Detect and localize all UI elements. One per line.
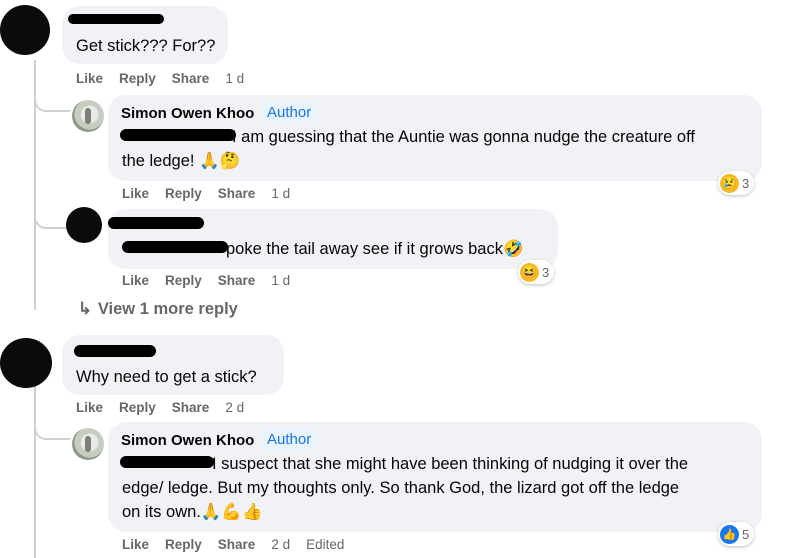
comment-bubble: Simon Owen Khoo Author I suspect that sh… xyxy=(108,422,762,532)
reaction-count-value: 3 xyxy=(542,264,550,280)
reply-button[interactable]: Reply xyxy=(119,71,156,86)
comment-text-line: the ledge! 🙏🤔 xyxy=(122,152,241,170)
reply-button[interactable]: Reply xyxy=(165,186,202,201)
timestamp[interactable]: 1 d xyxy=(225,71,244,86)
comment-text-line: I suspect that she might have been think… xyxy=(212,455,689,473)
reaction-count-value: 5 xyxy=(742,526,750,542)
reaction-count[interactable]: 👍 5 xyxy=(718,522,755,546)
comment-actions: Like Reply Share 1 d xyxy=(122,186,306,201)
avatar-redacted[interactable] xyxy=(0,338,52,388)
comment-text: Get stick??? For?? xyxy=(76,37,216,55)
view-more-replies-link[interactable]: ↳ View 1 more reply xyxy=(78,299,238,319)
sad-icon: 😢 xyxy=(720,173,739,193)
thread-connector xyxy=(34,207,70,229)
comment-actions: Like Reply Share 2 d Edited xyxy=(122,537,360,552)
thread-connector xyxy=(34,418,70,440)
reaction-count[interactable]: 😢 3 xyxy=(718,171,755,195)
author-badge: Author xyxy=(262,429,317,450)
comment-bubble: Simon Owen Khoo Author I am guessing tha… xyxy=(108,95,762,181)
share-button[interactable]: Share xyxy=(218,537,256,552)
avatar[interactable] xyxy=(72,428,104,460)
redacted-name xyxy=(68,14,164,24)
like-button[interactable]: Like xyxy=(76,71,103,86)
comment-text-line: edge/ ledge. But my thoughts only. So th… xyxy=(122,479,680,497)
comment-text-line: I am guessing that the Auntie was gonna … xyxy=(232,128,695,146)
comment-bubble: poke the tail away see if it grows back🤣 xyxy=(108,209,558,269)
reply-button[interactable]: Reply xyxy=(165,273,202,288)
comment-actions: Like Reply Share 2 d xyxy=(76,400,260,415)
comment-bubble: Why need to get a stick? xyxy=(62,335,284,395)
reply-arrow-icon: ↳ xyxy=(78,300,92,318)
reaction-count-value: 3 xyxy=(742,175,750,191)
comment-text-line: on its own.🙏💪👍 xyxy=(122,503,263,521)
commenter-name[interactable]: Simon Owen Khoo xyxy=(121,105,254,122)
thread-line xyxy=(34,380,36,558)
redacted-mention xyxy=(120,129,236,141)
comment-text: Why need to get a stick? xyxy=(76,368,257,386)
avatar-redacted[interactable] xyxy=(66,207,102,243)
avatar-redacted[interactable] xyxy=(0,5,50,55)
share-button[interactable]: Share xyxy=(218,273,256,288)
redacted-mention xyxy=(120,456,214,468)
timestamp[interactable]: 1 d xyxy=(271,186,290,201)
redacted-mention xyxy=(122,241,228,253)
share-button[interactable]: Share xyxy=(172,400,210,415)
like-button[interactable]: Like xyxy=(76,400,103,415)
reaction-count[interactable]: 😆 3 xyxy=(518,260,555,284)
thread-connector xyxy=(34,90,70,112)
timestamp[interactable]: 2 d xyxy=(271,537,290,552)
like-button[interactable]: Like xyxy=(122,537,149,552)
redacted-name xyxy=(74,345,156,357)
comment-bubble: Get stick??? For?? xyxy=(62,6,228,64)
haha-icon: 😆 xyxy=(520,262,539,282)
reply-button[interactable]: Reply xyxy=(165,537,202,552)
comment-actions: Like Reply Share 1 d xyxy=(122,273,306,288)
share-button[interactable]: Share xyxy=(218,186,256,201)
reply-button[interactable]: Reply xyxy=(119,400,156,415)
comment-actions: Like Reply Share 1 d xyxy=(76,71,260,86)
commenter-name[interactable]: Simon Owen Khoo xyxy=(121,432,254,449)
like-button[interactable]: Like xyxy=(122,186,149,201)
avatar[interactable] xyxy=(72,100,104,132)
share-button[interactable]: Share xyxy=(172,71,210,86)
timestamp[interactable]: 2 d xyxy=(225,400,244,415)
edited-label[interactable]: Edited xyxy=(306,537,344,552)
timestamp[interactable]: 1 d xyxy=(271,273,290,288)
view-more-label: View 1 more reply xyxy=(97,300,238,318)
author-badge: Author xyxy=(262,102,317,123)
comment-text: poke the tail away see if it grows back🤣 xyxy=(226,240,524,258)
like-icon: 👍 xyxy=(720,524,739,544)
like-button[interactable]: Like xyxy=(122,273,149,288)
redacted-name xyxy=(108,217,204,229)
